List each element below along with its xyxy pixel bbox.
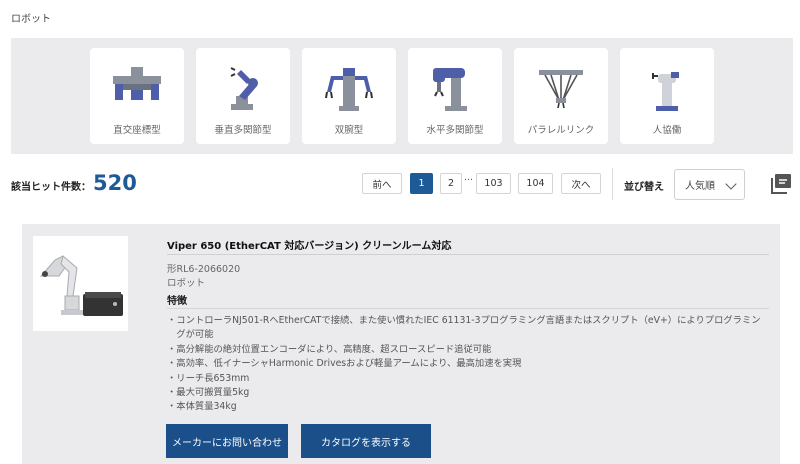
feature-item: ・高分解能の絶対位置エンコーダにより、高精度、超スロースピード追従可能 [167, 343, 492, 355]
divider [167, 308, 769, 309]
category-label: 双腕型 [334, 125, 364, 136]
view-catalog-button[interactable]: カタログを表示する [301, 424, 431, 458]
result-count: 該当ヒット件数： 520 [11, 172, 137, 194]
feature-item: グが可能 [167, 329, 214, 341]
feature-item: ・本体質量34kg [167, 401, 237, 413]
pagination-page-103[interactable]: 103 [476, 173, 511, 194]
sort-select[interactable]: 人気順 [674, 169, 745, 200]
pagination-page-104[interactable]: 104 [518, 173, 553, 194]
collaborative-robot-icon [652, 72, 679, 111]
product-category: ロボット [167, 278, 206, 289]
breadcrumb[interactable]: ロボット [11, 10, 51, 25]
feature-item: ・高効率、低イナーシャHarmonic Drivesおよび軽量アームにより、最高… [167, 358, 522, 370]
cartesian-robot-icon [113, 67, 161, 100]
divider [167, 254, 769, 255]
category-panel: 直交座標型 垂直多関節型 双腕型 水平多関節型 パラレルリンク 人協働 [11, 38, 793, 154]
parallel-link-robot-icon [539, 70, 583, 109]
articulated-robot-icon [230, 67, 258, 110]
pagination-ellipsis: … [464, 173, 473, 183]
category-label: 垂直多関節型 [214, 125, 272, 136]
feature-item: ・最大可搬質量5kg [167, 387, 250, 399]
category-label: 水平多関節型 [426, 125, 484, 136]
product-model-number: 形RL6-2066020 [167, 264, 241, 275]
robot-arm-image [39, 255, 123, 316]
category-card-articulated[interactable]: 垂直多関節型 [196, 48, 290, 144]
sort-selected-value: 人気順 [685, 181, 715, 192]
category-card-scara[interactable]: 水平多関節型 [408, 48, 502, 144]
pagination-prev-button[interactable]: 前へ [362, 173, 402, 194]
feature-item: ・コントローラNJ501-RへEtherCATで接続、また使い慣れたIEC 61… [167, 315, 761, 326]
category-label: 人協働 [652, 125, 682, 136]
chevron-down-icon [725, 178, 737, 190]
feature-list: ・コントローラNJ501-RへEtherCATで接続、また使い慣れたIEC 61… [167, 314, 773, 415]
category-card-parallel-link[interactable]: パラレルリンク [514, 48, 608, 144]
sort-label: 並び替え [624, 182, 664, 193]
result-count-label: 該当ヒット件数： [11, 182, 91, 193]
product-title[interactable]: Viper 650 (EtherCAT 対応バージョン) クリーンルーム対応 [167, 237, 451, 252]
features-heading: 特徴 [167, 296, 187, 307]
category-label: パラレルリンク [527, 125, 595, 136]
pagination-page-1[interactable]: 1 [410, 173, 433, 194]
divider [612, 168, 613, 200]
feature-item: ・リーチ長653mm [167, 372, 250, 384]
category-card-collaborative[interactable]: 人協働 [620, 48, 714, 144]
category-label: 直交座標型 [113, 125, 161, 136]
contact-manufacturer-button[interactable]: メーカーにお問い合わせ [166, 424, 288, 458]
scara-robot-icon [433, 68, 467, 111]
result-count-value: 520 [93, 171, 137, 195]
category-card-cartesian[interactable]: 直交座標型 [90, 48, 184, 144]
dual-arm-robot-icon [325, 68, 373, 111]
pagination-page-2[interactable]: 2 [440, 173, 462, 194]
product-card: Viper 650 (EtherCAT 対応バージョン) クリーンルーム対応 形… [22, 224, 780, 464]
pagination-next-button[interactable]: 次へ [561, 173, 601, 194]
compare-list-icon[interactable] [770, 173, 792, 195]
category-card-dual-arm[interactable]: 双腕型 [302, 48, 396, 144]
product-image[interactable] [33, 236, 128, 331]
